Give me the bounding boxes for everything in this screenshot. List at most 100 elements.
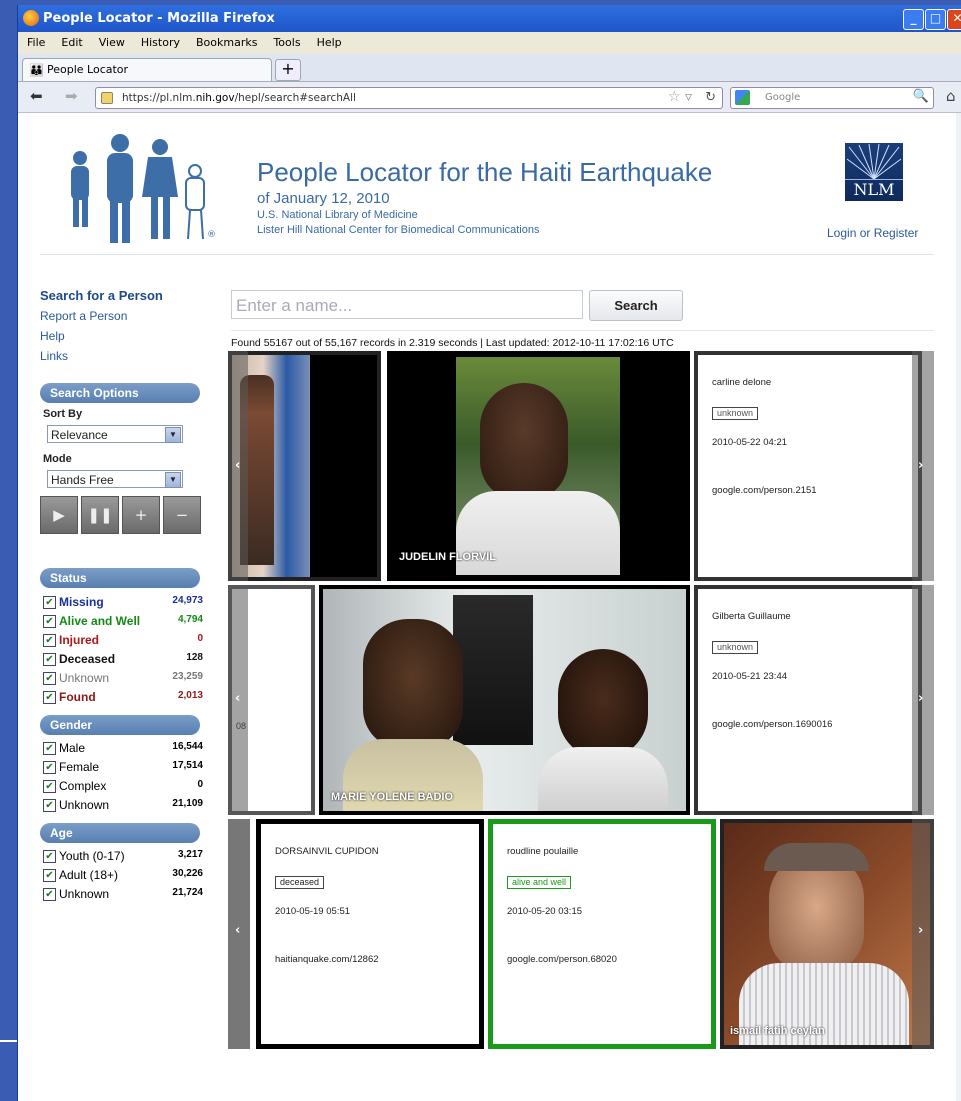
- person-name: carline delone: [712, 377, 772, 388]
- person-name-caption: JUDELIN FLORVIL: [399, 551, 496, 563]
- filter-injured[interactable]: ✔ Injured 0: [43, 633, 203, 650]
- org-line: U.S. National Library of Medicine: [257, 209, 418, 221]
- filter-adult[interactable]: ✔ Adult (18+) 30,226: [43, 868, 203, 885]
- nav-links[interactable]: Links: [40, 349, 68, 363]
- close-button[interactable]: ✕: [947, 9, 961, 30]
- zoom-in-button[interactable]: +: [122, 496, 160, 534]
- center-line: Lister Hill National Center for Biomedic…: [257, 224, 540, 236]
- home-icon[interactable]: ⌂: [946, 87, 956, 105]
- chevron-down-icon: ▼: [165, 427, 181, 443]
- result-photo-ismail[interactable]: ismail fatih ceylan: [720, 819, 934, 1049]
- svg-text:®: ®: [207, 230, 216, 240]
- checkbox-checked-icon[interactable]: ✔: [43, 888, 56, 901]
- nav-report-person[interactable]: Report a Person: [40, 309, 127, 323]
- mode-select[interactable]: Hands Free ▼: [47, 470, 183, 488]
- url-text: https://pl.nlm.nih.gov/hepl/search#searc…: [122, 92, 356, 104]
- nav-search-person[interactable]: Search for a Person: [40, 288, 163, 303]
- menu-history[interactable]: History: [141, 36, 180, 49]
- checkbox-checked-icon[interactable]: ✔: [43, 780, 56, 793]
- web-search-placeholder: Google: [765, 92, 801, 103]
- gender-header: Gender: [40, 715, 200, 735]
- result-card-gilberta[interactable]: Gilberta Guillaume unknown 2010-05-21 23…: [694, 585, 922, 815]
- filter-found[interactable]: ✔ Found 2,013: [43, 690, 203, 707]
- sort-by-value: Relevance: [51, 428, 108, 442]
- people-locator-logo-icon: ®: [71, 134, 216, 243]
- play-button[interactable]: ▶: [40, 496, 78, 534]
- checkbox-checked-icon[interactable]: ✔: [43, 799, 56, 812]
- checkbox-checked-icon[interactable]: ✔: [43, 672, 56, 685]
- navigation-bar: ⬅ ➡ https://pl.nlm.nih.gov/hepl/search#s…: [18, 82, 961, 113]
- url-bar[interactable]: https://pl.nlm.nih.gov/hepl/search#searc…: [95, 87, 723, 109]
- checkbox-checked-icon[interactable]: ✔: [43, 742, 56, 755]
- bookmark-star-icon[interactable]: ☆ ▿: [668, 87, 692, 107]
- minimize-button[interactable]: _: [903, 9, 924, 30]
- menu-bookmarks[interactable]: Bookmarks: [196, 36, 257, 49]
- checkbox-checked-icon[interactable]: ✔: [43, 615, 56, 628]
- filter-youth[interactable]: ✔ Youth (0-17) 3,217: [43, 849, 203, 866]
- menu-edit[interactable]: Edit: [61, 36, 82, 49]
- forward-icon[interactable]: ➡: [65, 87, 78, 105]
- chevron-left-icon[interactable]: ‹: [235, 923, 240, 938]
- chevron-left-icon[interactable]: ‹: [235, 691, 240, 706]
- vertical-scrollbar[interactable]: [956, 113, 961, 1101]
- report-date: 2010-05-19 05:51: [275, 906, 351, 917]
- person-face: [769, 853, 864, 973]
- filter-alive-and-well[interactable]: ✔ Alive and Well 4,794: [43, 614, 203, 631]
- checkbox-checked-icon[interactable]: ✔: [43, 691, 56, 704]
- age-header: Age: [40, 823, 200, 843]
- filter-unknown-gender[interactable]: ✔ Unknown 21,109: [43, 798, 203, 815]
- result-card-dorsainvil[interactable]: DORSAINVIL CUPIDON deceased 2010-05-19 0…: [256, 819, 484, 1049]
- checkbox-checked-icon[interactable]: ✔: [43, 634, 56, 647]
- firefox-icon: [23, 10, 39, 26]
- menu-help[interactable]: Help: [317, 36, 342, 49]
- filter-missing[interactable]: ✔ Missing 24,973: [43, 595, 203, 612]
- login-register-link[interactable]: Login or Register: [827, 226, 918, 240]
- zoom-out-button[interactable]: −: [163, 496, 201, 534]
- name-search-input[interactable]: Enter a name...: [231, 290, 583, 319]
- chevron-right-icon[interactable]: ›: [918, 923, 923, 938]
- menu-file[interactable]: File: [27, 36, 45, 49]
- nlm-rays-icon: [846, 143, 902, 180]
- checkbox-checked-icon[interactable]: ✔: [43, 653, 56, 666]
- window-bars: [453, 595, 533, 745]
- new-tab-button[interactable]: +: [275, 59, 301, 81]
- filter-deceased[interactable]: ✔ Deceased 128: [43, 652, 203, 669]
- web-search-input[interactable]: Google 🔍: [730, 87, 934, 109]
- search-icon[interactable]: 🔍: [913, 87, 929, 107]
- back-icon[interactable]: ⬅: [30, 87, 43, 105]
- chevron-left-icon[interactable]: ‹: [235, 458, 240, 473]
- checkbox-checked-icon[interactable]: ✔: [43, 596, 56, 609]
- tab-people-locator[interactable]: 👪 People Locator: [22, 58, 272, 81]
- checkbox-checked-icon[interactable]: ✔: [43, 869, 56, 882]
- filter-complex[interactable]: ✔ Complex 0: [43, 779, 203, 796]
- status-badge: deceased: [275, 876, 325, 889]
- filter-male[interactable]: ✔ Male 16,544: [43, 741, 203, 758]
- search-button[interactable]: Search: [589, 290, 683, 321]
- result-photo-partial-1[interactable]: [228, 351, 381, 581]
- maximize-button[interactable]: □: [925, 9, 946, 30]
- window-title: People Locator - Mozilla Firefox: [43, 11, 275, 26]
- result-photo-judelin[interactable]: JUDELIN FLORVIL: [387, 351, 690, 581]
- browser-window: People Locator - Mozilla Firefox _ □ ✕ F…: [17, 5, 961, 1101]
- filter-unknown-status[interactable]: ✔ Unknown 23,259: [43, 671, 203, 688]
- filter-unknown-age[interactable]: ✔ Unknown 21,724: [43, 887, 203, 904]
- filter-female[interactable]: ✔ Female 17,514: [43, 760, 203, 777]
- person-name: roudline poulaille: [507, 846, 579, 857]
- report-date: 2010-05-21 23:44: [712, 671, 788, 682]
- checkbox-checked-icon[interactable]: ✔: [43, 850, 56, 863]
- nav-help[interactable]: Help: [40, 329, 65, 343]
- reload-icon[interactable]: ↻: [705, 88, 716, 108]
- title-bar: People Locator - Mozilla Firefox _ □ ✕: [18, 5, 961, 32]
- menu-tools[interactable]: Tools: [273, 36, 300, 49]
- tab-label: People Locator: [47, 63, 129, 76]
- person-hair: [764, 843, 869, 871]
- result-photo-marie-yolene[interactable]: MARIE YOLENE BADIO: [319, 585, 690, 815]
- menu-view[interactable]: View: [99, 36, 125, 49]
- result-card-carline[interactable]: carline delone unknown 2010-05-22 04:21 …: [694, 351, 922, 581]
- checkbox-checked-icon[interactable]: ✔: [43, 761, 56, 774]
- result-card-roudline[interactable]: roudline poulaille alive and well 2010-0…: [488, 819, 716, 1049]
- pause-button[interactable]: ❚❚: [81, 496, 119, 534]
- chevron-right-icon[interactable]: ›: [918, 691, 923, 706]
- chevron-right-icon[interactable]: ›: [918, 458, 923, 473]
- sort-by-select[interactable]: Relevance ▼: [47, 425, 183, 443]
